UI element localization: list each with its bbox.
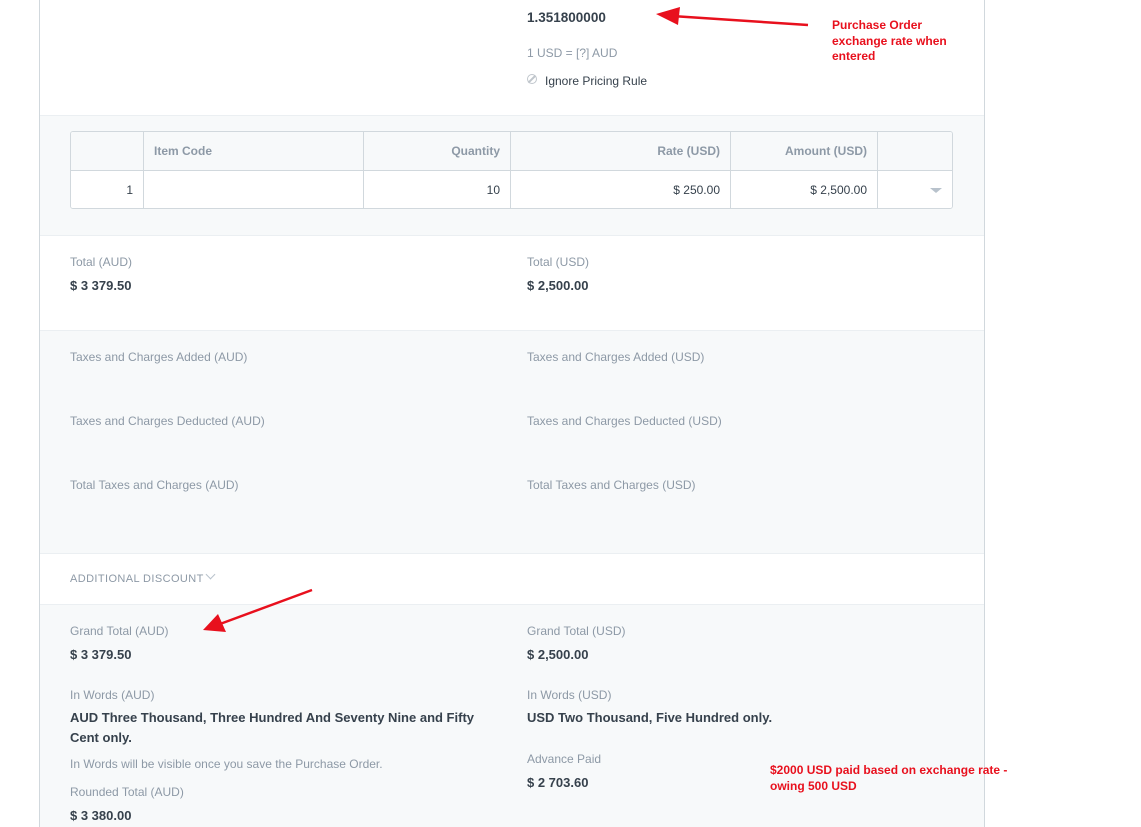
grand-total-usd-value: $ 2,500.00 (527, 647, 589, 662)
col-quantity-header: Quantity (364, 132, 511, 170)
rounded-total-aud-label: Rounded Total (AUD) (70, 785, 184, 799)
in-words-aud-value: AUD Three Thousand, Three Hundred And Se… (70, 710, 475, 745)
in-words-usd-label: In Words (USD) (527, 688, 612, 702)
annotation-exchange-rate-note: Purchase Order exchange rate when entere… (832, 18, 947, 63)
grand-total-usd-label: Grand Total (USD) (527, 624, 626, 638)
taxes-added-usd-label: Taxes and Charges Added (USD) (527, 350, 705, 364)
table-header-row: Item Code Quantity Rate (USD) Amount (US… (71, 132, 952, 171)
in-words-aud-label: In Words (AUD) (70, 688, 155, 702)
exchange-rate-help: 1 USD = [?] AUD (527, 46, 618, 60)
row-dropdown-caret-icon[interactable] (930, 188, 942, 193)
taxes-section: Taxes and Charges Added (AUD) Taxes and … (40, 331, 984, 554)
ignore-pricing-rule-checkbox-icon[interactable] (527, 74, 537, 84)
in-words-usd-value: USD Two Thousand, Five Hundred only. (527, 710, 773, 725)
annotation-advance-note: $2000 USD paid based on exchange rate - … (770, 763, 1008, 793)
rate-cell[interactable]: $ 250.00 (511, 171, 731, 208)
total-taxes-aud-label: Total Taxes and Charges (AUD) (70, 478, 239, 492)
amount-cell: $ 2,500.00 (731, 171, 878, 208)
advance-paid-label: Advance Paid (527, 752, 602, 766)
purchase-order-form: 1.351800000 1 USD = [?] AUD Ignore Prici… (39, 0, 985, 827)
ignore-pricing-rule-label[interactable]: Ignore Pricing Rule (545, 74, 647, 88)
additional-discount-section[interactable]: ADDITIONAL DISCOUNT (40, 554, 984, 605)
item-code-cell[interactable] (144, 171, 364, 208)
total-usd-label: Total (USD) (527, 255, 590, 269)
col-amount-header: Amount (USD) (731, 132, 878, 170)
grand-total-aud-label: Grand Total (AUD) (70, 624, 169, 638)
total-aud-value: $ 3 379.50 (70, 278, 132, 293)
total-taxes-usd-label: Total Taxes and Charges (USD) (527, 478, 696, 492)
row-index: 1 (71, 171, 144, 208)
totals-section: Total (AUD) $ 3 379.50 Total (USD) $ 2,5… (40, 236, 984, 331)
taxes-deducted-usd-label: Taxes and Charges Deducted (USD) (527, 414, 722, 428)
quantity-cell[interactable]: 10 (364, 171, 511, 208)
items-section: Item Code Quantity Rate (USD) Amount (US… (40, 116, 984, 236)
items-table: Item Code Quantity Rate (USD) Amount (US… (70, 131, 953, 209)
grand-total-aud-value: $ 3 379.50 (70, 647, 132, 662)
taxes-deducted-aud-label: Taxes and Charges Deducted (AUD) (70, 414, 265, 428)
col-item-code-header: Item Code (144, 132, 364, 170)
exchange-rate-value[interactable]: 1.351800000 (527, 10, 606, 25)
additional-discount-toggle[interactable]: ADDITIONAL DISCOUNT (70, 573, 204, 585)
col-rate-header: Rate (USD) (511, 132, 731, 170)
total-aud-label: Total (AUD) (70, 255, 133, 269)
rounded-total-aud-value: $ 3 380.00 (70, 808, 132, 823)
table-row[interactable]: 1 10 $ 250.00 $ 2,500.00 (71, 171, 952, 208)
taxes-added-aud-label: Taxes and Charges Added (AUD) (70, 350, 248, 364)
in-words-help-text: In Words will be visible once you save t… (70, 757, 383, 771)
col-index-header (71, 132, 144, 170)
advance-paid-value: $ 2 703.60 (527, 775, 589, 790)
chevron-down-icon[interactable] (205, 569, 216, 580)
col-actions-header (878, 132, 952, 170)
total-usd-value: $ 2,500.00 (527, 278, 589, 293)
